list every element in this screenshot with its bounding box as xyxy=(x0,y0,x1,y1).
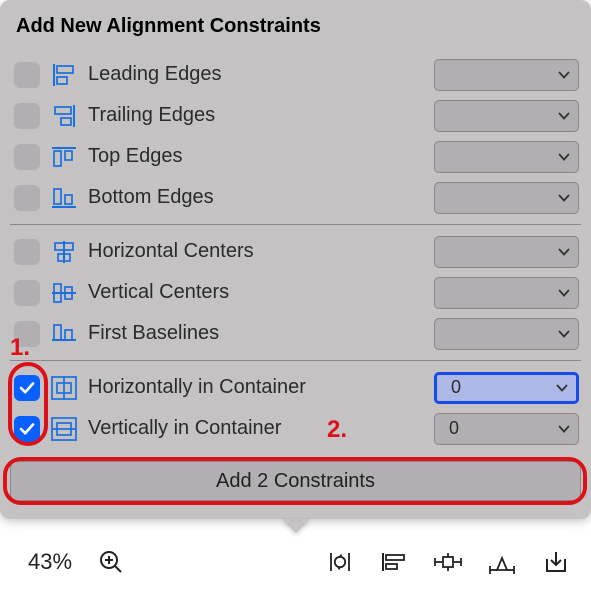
divider xyxy=(10,224,581,225)
bottom-toolbar: 43% xyxy=(0,533,591,577)
constraint-row-hcontainer: Horizontally in Container 0 xyxy=(0,367,591,408)
checkbox-hcontainer[interactable] xyxy=(14,375,40,401)
value-select-vcontainer[interactable]: 0 xyxy=(434,413,579,445)
value-select-baselines[interactable] xyxy=(434,318,579,350)
align-h-in-container-icon xyxy=(50,375,78,401)
constraint-row-top: Top Edges xyxy=(0,136,591,177)
checkbox-baselines[interactable] xyxy=(14,321,40,347)
value-text-hcontainer: 0 xyxy=(451,377,461,398)
popover-pointer-icon xyxy=(282,519,310,533)
add-constraints-button[interactable]: Add 2 Constraints xyxy=(10,461,581,501)
label-vcenters: Vertical Centers xyxy=(88,281,434,304)
embed-tool-icon[interactable] xyxy=(541,547,571,577)
action-area: Add 2 Constraints xyxy=(0,449,591,519)
constraint-row-leading: Leading Edges xyxy=(0,54,591,95)
value-select-leading[interactable] xyxy=(434,59,579,91)
constraint-row-vcontainer: Vertically in Container 0 xyxy=(0,408,591,449)
value-select-trailing[interactable] xyxy=(434,100,579,132)
pin-tool-icon[interactable] xyxy=(433,547,463,577)
alignment-constraints-panel: Add New Alignment Constraints Leading Ed… xyxy=(0,0,591,519)
label-hcenters: Horizontal Centers xyxy=(88,240,434,263)
label-baselines: First Baselines xyxy=(88,322,434,345)
checkbox-leading[interactable] xyxy=(14,62,40,88)
zoom-in-icon[interactable] xyxy=(96,547,126,577)
label-hcontainer: Horizontally in Container xyxy=(88,376,434,399)
constraint-row-hcenters: Horizontal Centers xyxy=(0,231,591,272)
align-top-icon xyxy=(50,144,78,170)
checkbox-trailing[interactable] xyxy=(14,103,40,129)
constraint-row-trailing: Trailing Edges xyxy=(0,95,591,136)
resolve-issues-icon[interactable] xyxy=(487,547,517,577)
value-select-bottom[interactable] xyxy=(434,182,579,214)
value-select-top[interactable] xyxy=(434,141,579,173)
align-trailing-icon xyxy=(50,103,78,129)
value-select-vcenters[interactable] xyxy=(434,277,579,309)
label-trailing: Trailing Edges xyxy=(88,104,434,127)
checkbox-top[interactable] xyxy=(14,144,40,170)
checkbox-bottom[interactable] xyxy=(14,185,40,211)
constraint-row-baselines: First Baselines xyxy=(0,313,591,354)
align-vcenter-icon xyxy=(50,280,78,306)
constraint-row-bottom: Bottom Edges xyxy=(0,177,591,218)
checkbox-vcontainer[interactable] xyxy=(14,416,40,442)
align-v-in-container-icon xyxy=(50,416,78,442)
align-tool-icon[interactable] xyxy=(379,547,409,577)
label-bottom: Bottom Edges xyxy=(88,186,434,209)
checkbox-vcenters[interactable] xyxy=(14,280,40,306)
checkbox-hcenters[interactable] xyxy=(14,239,40,265)
align-bottom-icon xyxy=(50,185,78,211)
value-select-hcenters[interactable] xyxy=(434,236,579,268)
value-select-hcontainer[interactable]: 0 xyxy=(434,372,579,404)
zoom-level[interactable]: 43% xyxy=(28,549,72,575)
constraint-row-vcenters: Vertical Centers xyxy=(0,272,591,313)
reset-sizing-icon[interactable] xyxy=(325,547,355,577)
divider xyxy=(10,360,581,361)
label-leading: Leading Edges xyxy=(88,63,434,86)
label-vcontainer: Vertically in Container xyxy=(88,417,434,440)
align-leading-icon xyxy=(50,62,78,88)
align-hcenter-icon xyxy=(50,239,78,265)
label-top: Top Edges xyxy=(88,145,434,168)
align-baseline-icon xyxy=(50,321,78,347)
panel-title: Add New Alignment Constraints xyxy=(0,10,591,54)
value-text-vcontainer: 0 xyxy=(449,418,459,439)
